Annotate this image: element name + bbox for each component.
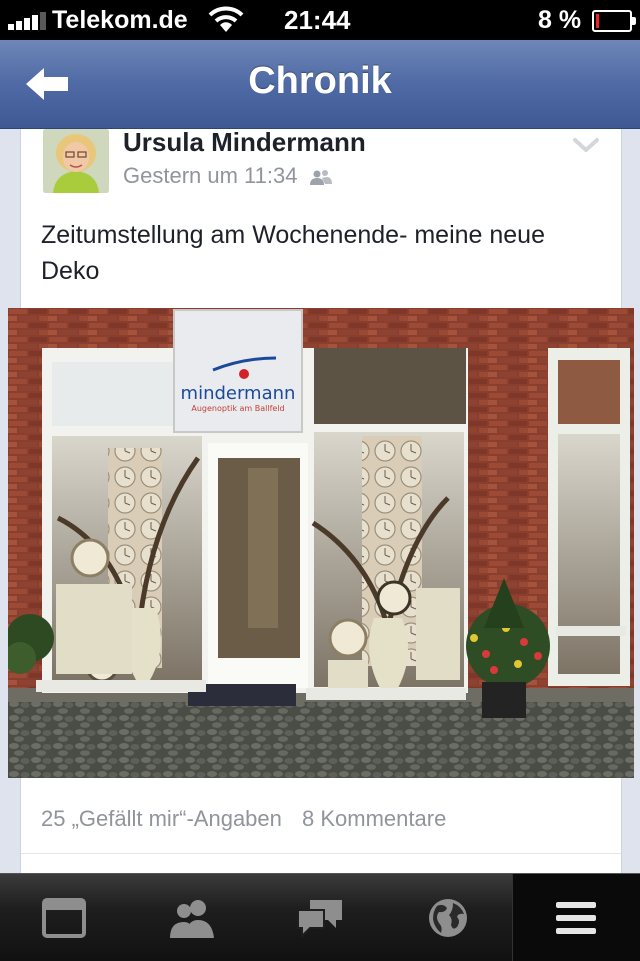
post-text: Zeitumstellung am Wochenende- meine neue… <box>41 221 545 285</box>
tab-friend-requests[interactable] <box>128 874 256 961</box>
post-timestamp[interactable]: Gestern um 11:34 <box>123 163 297 188</box>
tab-notifications[interactable] <box>384 874 512 961</box>
carrier-name: Telekom.de <box>52 6 188 34</box>
timeline-feed[interactable]: Ursula Mindermann Gestern um 11:34 Zeitu… <box>0 129 640 873</box>
sign-brand: mindermann <box>181 383 296 404</box>
news-feed-icon <box>42 897 86 938</box>
battery-percentage: 8 % <box>538 6 582 34</box>
tab-menu[interactable] <box>512 874 640 961</box>
likes-count[interactable]: 25 „Gefällt mir“-Angaben <box>41 806 282 831</box>
chevron-down-icon[interactable] <box>573 137 599 153</box>
messages-icon <box>297 899 342 938</box>
post-photo[interactable]: mindermann Augenoptik am Ballfeld <box>8 308 634 778</box>
signal-strength-icon <box>8 12 48 30</box>
status-bar: Telekom.de 21:44 8 % <box>0 0 640 40</box>
post-card: Ursula Mindermann Gestern um 11:34 Zeitu… <box>8 129 634 873</box>
menu-icon <box>556 901 596 934</box>
page-title: Chronik <box>248 60 392 102</box>
tab-bar <box>0 873 640 961</box>
post-engagement: 25 „Gefällt mir“-Angaben 8 Kommentare <box>41 806 460 832</box>
comments-count[interactable]: 8 Kommentare <box>302 806 446 831</box>
post-meta: Gestern um 11:34 <box>123 163 332 189</box>
battery-icon <box>592 10 636 32</box>
post-author-name[interactable]: Ursula Mindermann <box>123 129 366 158</box>
tab-messages[interactable] <box>256 874 384 961</box>
navigation-bar: Chronik <box>0 40 640 129</box>
tab-news-feed[interactable] <box>0 874 128 961</box>
friends-icon <box>309 170 332 186</box>
divider <box>21 853 621 854</box>
avatar[interactable] <box>43 129 109 193</box>
notifications-globe-icon <box>429 898 467 937</box>
sign-tagline: Augenoptik am Ballfeld <box>191 404 284 413</box>
clock: 21:44 <box>284 5 351 35</box>
friend-requests-icon <box>170 899 214 938</box>
wifi-icon <box>208 6 244 32</box>
